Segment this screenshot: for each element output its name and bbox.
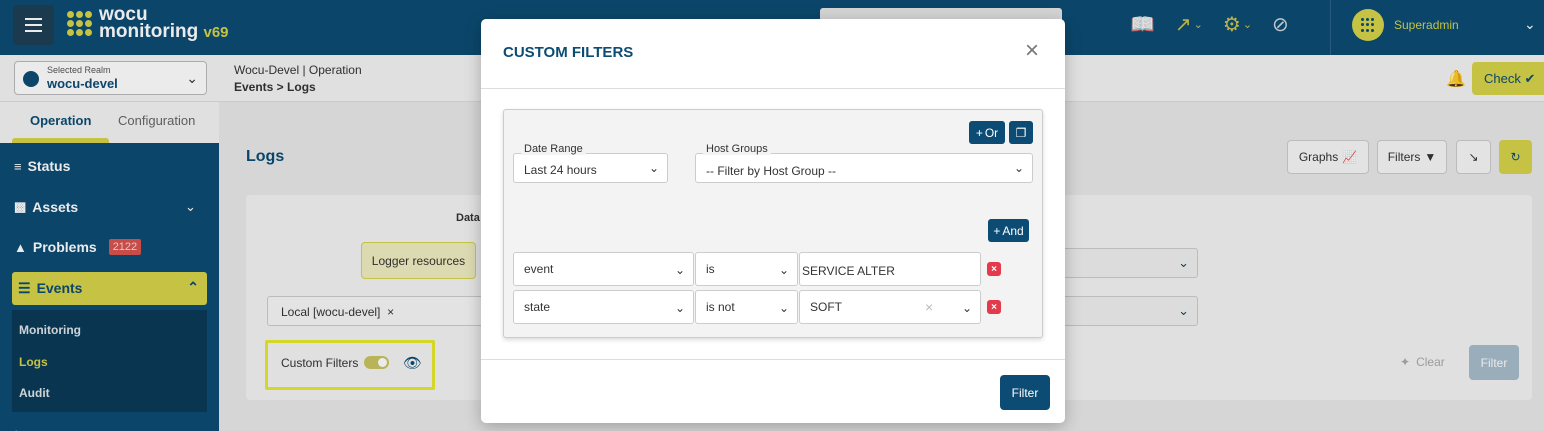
clear-value-icon[interactable]: × bbox=[925, 299, 933, 315]
rule-operator-value: is bbox=[706, 262, 715, 276]
add-and-button[interactable]: + And bbox=[988, 219, 1029, 242]
chevron-down-icon: ⌄ bbox=[674, 301, 685, 315]
copy-icon: ❐ bbox=[1015, 125, 1027, 140]
chevron-down-icon: ⌄ bbox=[674, 263, 685, 277]
filter-group-card: + Or ❐ Last 24 hours ⌄ Date Range -- Fil… bbox=[503, 109, 1043, 338]
custom-filters-modal: CUSTOM FILTERS × + Or ❐ Last 24 hours ⌄ … bbox=[481, 19, 1065, 423]
copy-button[interactable]: ❐ bbox=[1009, 121, 1033, 144]
delete-rule-icon[interactable]: × bbox=[987, 262, 1001, 276]
plus-icon: + bbox=[993, 223, 1001, 238]
date-range-label: Date Range bbox=[521, 143, 586, 155]
divider bbox=[481, 359, 1065, 360]
chevron-down-icon: ⌄ bbox=[778, 263, 789, 277]
divider bbox=[481, 88, 1065, 89]
chevron-down-icon: ⌄ bbox=[1013, 161, 1024, 175]
chevron-down-icon: ⌄ bbox=[778, 301, 789, 315]
or-label: Or bbox=[984, 125, 999, 140]
rule-field-select[interactable]: state ⌄ bbox=[513, 290, 694, 324]
add-or-button[interactable]: + Or bbox=[969, 121, 1005, 144]
rule-field-value: event bbox=[524, 262, 554, 276]
date-range-value: Last 24 hours bbox=[524, 163, 597, 177]
chevron-down-icon: ⌄ bbox=[648, 161, 659, 175]
rule-value: SERVICE ALTER bbox=[802, 264, 895, 278]
close-icon[interactable]: × bbox=[1025, 39, 1039, 63]
rule-value-input[interactable]: SERVICE ALTER bbox=[799, 252, 981, 286]
chevron-down-icon: ⌄ bbox=[961, 301, 972, 315]
rule-operator-value: is not bbox=[706, 300, 735, 314]
rule-field-value: state bbox=[524, 300, 551, 314]
rule-value-select[interactable]: SOFT × ⌄ bbox=[799, 290, 981, 324]
rule-field-select[interactable]: event ⌄ bbox=[513, 252, 694, 286]
host-groups-value: -- Filter by Host Group -- bbox=[706, 164, 837, 178]
apply-filter-button[interactable]: Filter bbox=[1000, 375, 1050, 410]
rule-operator-select[interactable]: is ⌄ bbox=[695, 252, 798, 286]
plus-icon: + bbox=[975, 125, 983, 140]
modal-title: CUSTOM FILTERS bbox=[503, 44, 634, 61]
and-label: And bbox=[1002, 223, 1024, 238]
date-range-select[interactable]: Last 24 hours ⌄ bbox=[513, 153, 668, 183]
delete-rule-icon[interactable]: × bbox=[987, 300, 1001, 314]
host-groups-label: Host Groups bbox=[703, 143, 771, 155]
host-groups-select[interactable]: -- Filter by Host Group -- ⌄ bbox=[695, 153, 1033, 183]
rule-operator-select[interactable]: is not ⌄ bbox=[695, 290, 798, 324]
apply-filter-label: Filter bbox=[1011, 385, 1039, 400]
rule-value: SOFT bbox=[810, 300, 842, 314]
